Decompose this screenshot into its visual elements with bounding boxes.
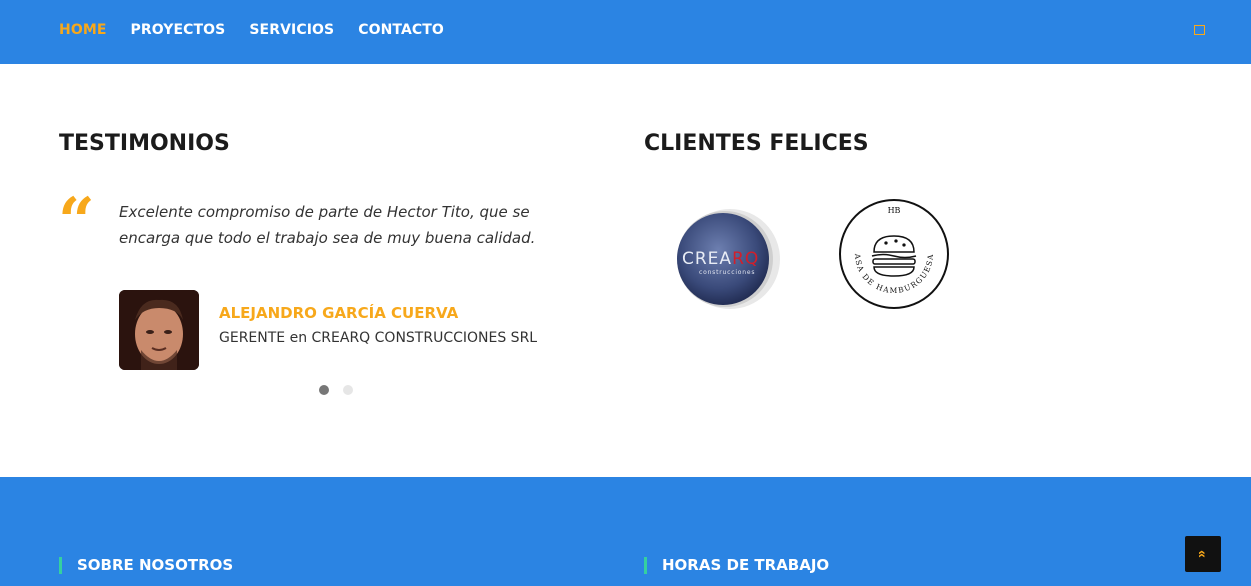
client-logo-hb[interactable]: HB CASA DE HAMBURGUESAS bbox=[834, 191, 950, 310]
nav-servicios-link[interactable]: SERVICIOS bbox=[249, 22, 334, 38]
author-role: GERENTE en CREARQ CONSTRUCCIONES SRL bbox=[219, 330, 538, 346]
crearq-sub-text: construcciones bbox=[699, 269, 755, 276]
client-logo-crearq[interactable]: CREARQ construcciones bbox=[673, 204, 781, 314]
footer-sobre-nosotros-heading: SOBRE NOSOTROS bbox=[59, 557, 233, 574]
main-nav: HOME PROYECTOS SERVICIOS CONTACTO bbox=[59, 0, 444, 60]
crearq-crea-text: CREA bbox=[682, 249, 732, 269]
carousel-dot-1[interactable] bbox=[319, 385, 329, 395]
testimonial-quote: Excelente compromiso de parte de Hector … bbox=[119, 203, 536, 247]
crearq-rq-text: RQ bbox=[732, 249, 759, 269]
author-name: ALEJANDRO GARCÍA CUERVA bbox=[219, 304, 459, 322]
svg-text:CREARQ: CREARQ bbox=[682, 249, 759, 269]
nav-menu-toggle[interactable] bbox=[1194, 25, 1205, 35]
testimonios-heading: TESTIMONIOS bbox=[59, 131, 230, 156]
double-chevron-up-icon: « bbox=[1194, 550, 1211, 558]
author-avatar bbox=[119, 290, 199, 370]
top-navbar: HOME PROYECTOS SERVICIOS CONTACTO bbox=[0, 0, 1251, 64]
clientes-heading: CLIENTES FELICES bbox=[644, 131, 869, 156]
carousel-dot-2[interactable] bbox=[343, 385, 353, 395]
footer-horas-heading: HORAS DE TRABAJO bbox=[644, 557, 829, 574]
nav-home-link[interactable]: HOME bbox=[59, 22, 107, 38]
quote-open-icon: “ bbox=[58, 184, 95, 259]
back-to-top-button[interactable]: « bbox=[1185, 536, 1221, 572]
hb-initials: HB bbox=[888, 206, 901, 215]
carousel-dots bbox=[319, 385, 353, 395]
nav-proyectos-link[interactable]: PROYECTOS bbox=[131, 22, 226, 38]
nav-contacto-link[interactable]: CONTACTO bbox=[358, 22, 444, 38]
